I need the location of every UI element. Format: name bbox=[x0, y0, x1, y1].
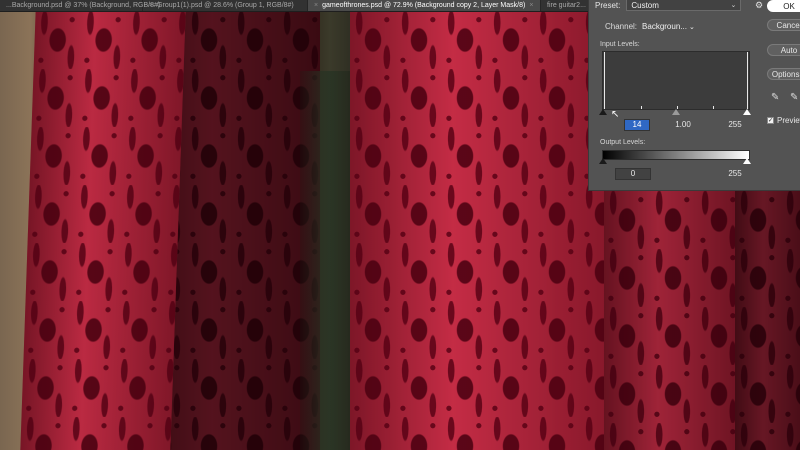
eyedropper-icon[interactable]: ✎ bbox=[771, 92, 779, 103]
output-white-handle[interactable] bbox=[743, 158, 751, 164]
preview-label: Preview bbox=[777, 116, 800, 125]
tab-label: gameofthrones.psd @ 72.9% (Background co… bbox=[322, 2, 526, 9]
gear-icon[interactable]: ⚙ bbox=[755, 0, 763, 11]
output-white-field[interactable]: 255 bbox=[721, 168, 749, 180]
tab-label: ...Background.psd @ 37% (Background, RGB… bbox=[6, 2, 161, 9]
output-values-row: 0 255 bbox=[589, 168, 800, 180]
chevron-down-icon: ⌄ bbox=[730, 2, 737, 9]
preview-row: ✓ Preview bbox=[767, 116, 800, 125]
input-white-handle[interactable] bbox=[743, 109, 751, 115]
input-levels-label: Input Levels: bbox=[600, 41, 640, 48]
close-icon[interactable]: × bbox=[314, 0, 318, 11]
preset-row: Preset: Custom ⌄ bbox=[595, 0, 742, 11]
curtain-panel-center bbox=[350, 11, 608, 450]
eyedropper-icon[interactable]: ✎ bbox=[790, 92, 798, 103]
histogram bbox=[602, 51, 750, 110]
channel-row: Channel: Backgroun... ⌄ bbox=[605, 22, 695, 31]
curtain-panel-far-right bbox=[735, 191, 800, 450]
close-icon[interactable]: × bbox=[149, 0, 153, 11]
document-tab-2[interactable]: × Group1(1).psd @ 28.6% (Group 1, RGB/8#… bbox=[143, 0, 308, 11]
tab-label: Group1(1).psd @ 28.6% (Group 1, RGB/8#) bbox=[157, 2, 294, 9]
input-white-field[interactable]: 255 bbox=[721, 119, 749, 131]
histogram-spike bbox=[747, 52, 748, 109]
close-icon[interactable]: × bbox=[529, 0, 533, 11]
ok-button[interactable]: OK bbox=[767, 0, 800, 12]
histogram-spike bbox=[604, 52, 605, 109]
channel-value: Backgroun... bbox=[642, 22, 687, 31]
tab-label: fire guitar2... bbox=[547, 2, 586, 9]
curtain-panel-right bbox=[604, 191, 739, 450]
input-black-field[interactable]: 14 bbox=[624, 119, 650, 131]
chevron-down-icon: ⌄ bbox=[688, 23, 695, 31]
preset-label: Preset: bbox=[595, 1, 621, 10]
document-tab-3-active[interactable]: × gameofthrones.psd @ 72.9% (Background … bbox=[308, 0, 541, 11]
input-gamma-field[interactable]: 1.00 bbox=[669, 119, 697, 131]
curtain-panel-left bbox=[20, 11, 186, 450]
preview-checkbox[interactable]: ✓ bbox=[767, 117, 774, 124]
auto-button[interactable]: Auto bbox=[767, 44, 800, 56]
channel-label: Channel: bbox=[605, 22, 638, 31]
cancel-button[interactable]: Cancel bbox=[767, 19, 800, 31]
preset-dropdown[interactable]: Custom ⌄ bbox=[626, 0, 742, 11]
preset-value: Custom bbox=[631, 1, 659, 10]
output-levels-label: Output Levels: bbox=[600, 139, 646, 146]
channel-dropdown[interactable]: Backgroun... ⌄ bbox=[642, 22, 695, 31]
options-button[interactable]: Options... bbox=[767, 68, 800, 80]
input-levels-slider[interactable] bbox=[599, 108, 751, 116]
levels-dialog: Preset: Custom ⌄ ⚙ Channel: Backgroun...… bbox=[588, 0, 800, 191]
document-tab-1[interactable]: ...Background.psd @ 37% (Background, RGB… bbox=[0, 0, 160, 11]
input-gamma-handle[interactable] bbox=[672, 109, 680, 115]
input-black-handle[interactable] bbox=[599, 109, 607, 115]
output-black-handle[interactable] bbox=[599, 158, 607, 164]
output-levels-slider[interactable] bbox=[599, 157, 751, 165]
output-black-field[interactable]: 0 bbox=[615, 168, 651, 180]
